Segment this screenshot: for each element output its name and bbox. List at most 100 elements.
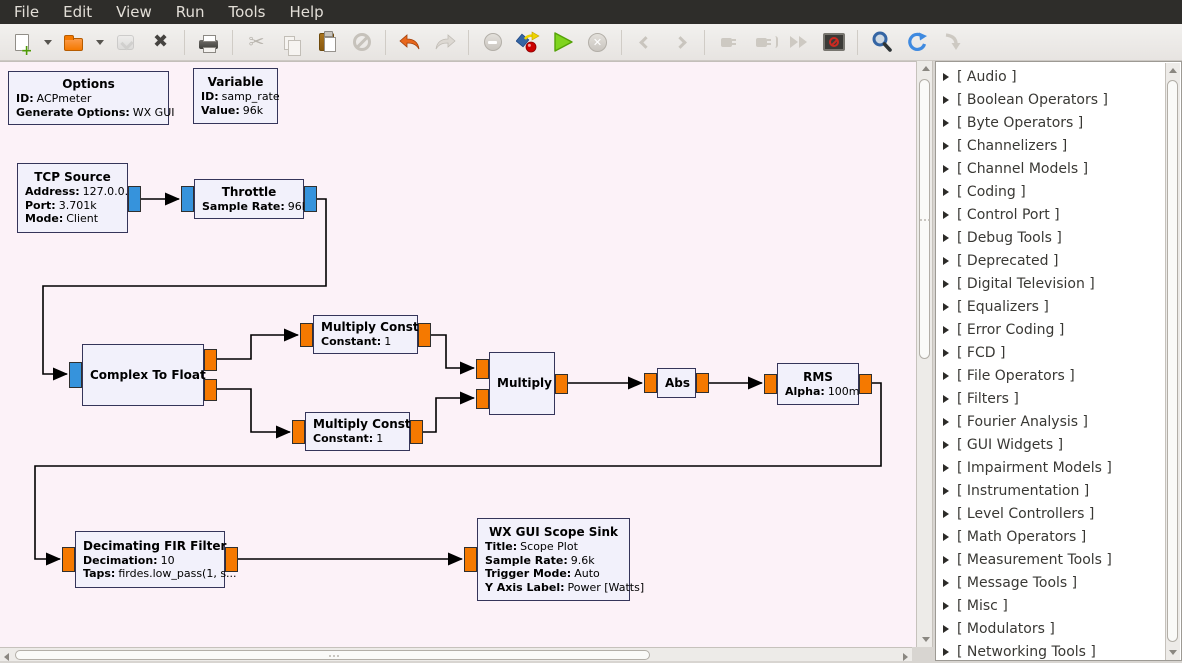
abs-output-port[interactable]	[696, 373, 709, 393]
sidebar-item-debug-tools[interactable]: [ Debug Tools ]	[936, 226, 1165, 249]
sidebar-scroll-thumb[interactable]	[1167, 80, 1178, 642]
expander-icon[interactable]	[943, 372, 949, 380]
down-arrow-button[interactable]	[934, 27, 969, 57]
open-recent-dropdown[interactable]	[91, 27, 108, 57]
expander-icon[interactable]	[943, 648, 949, 656]
errors-button[interactable]	[475, 27, 510, 57]
block-wx-gui-scope-sink[interactable]: WX GUI Scope Sink Title:Scope Plot Sampl…	[477, 518, 630, 601]
block-multiply[interactable]: Multiply	[489, 352, 555, 415]
scope-sink-input-port[interactable]	[464, 547, 477, 572]
multiply-input-port-0[interactable]	[476, 359, 489, 379]
sidebar-item-byte-operators[interactable]: [ Byte Operators ]	[936, 111, 1165, 134]
sidebar-item-modulators[interactable]: [ Modulators ]	[936, 617, 1165, 640]
sidebar-item-message-tools[interactable]: [ Message Tools ]	[936, 571, 1165, 594]
forward-button[interactable]	[663, 27, 698, 57]
abs-input-port[interactable]	[644, 373, 657, 393]
scroll-left-arrow-icon[interactable]	[4, 653, 9, 661]
expander-icon[interactable]	[943, 234, 949, 242]
sidebar-item-coding[interactable]: [ Coding ]	[936, 180, 1165, 203]
canvas-vscroll-thumb[interactable]	[919, 79, 930, 359]
fir-filter-output-port[interactable]	[225, 547, 238, 572]
bypass-blocks-button[interactable]	[781, 27, 816, 57]
complex-to-float-output-port-0[interactable]	[204, 349, 217, 371]
sidebar-scrollbar[interactable]	[1165, 63, 1180, 660]
open-flowgraph-button[interactable]	[56, 27, 91, 57]
sidebar-item-misc[interactable]: [ Misc ]	[936, 594, 1165, 617]
expander-icon[interactable]	[943, 602, 949, 610]
block-options[interactable]: Options ID:ACPmeter Generate Options:WX …	[8, 71, 169, 125]
scroll-down-arrow-icon[interactable]	[922, 637, 930, 642]
sidebar-item-impairment-models[interactable]: [ Impairment Models ]	[936, 456, 1165, 479]
sidebar-item-fourier-analysis[interactable]: [ Fourier Analysis ]	[936, 410, 1165, 433]
multiply-input-port-1[interactable]	[476, 389, 489, 409]
block-decimating-fir-filter[interactable]: Decimating FIR Filter Decimation:10 Taps…	[75, 531, 225, 588]
menu-help[interactable]: Help	[278, 1, 336, 23]
multiply-const-2-input-port[interactable]	[292, 420, 305, 444]
throttle-output-port[interactable]	[304, 186, 317, 212]
reload-blocks-button[interactable]	[899, 27, 934, 57]
multiply-output-port[interactable]	[555, 374, 568, 394]
fir-filter-input-port[interactable]	[62, 547, 75, 572]
sidebar-item-networking-tools[interactable]: [ Networking Tools ]	[936, 640, 1165, 663]
canvas-hscroll-thumb[interactable]	[15, 650, 650, 660]
flowgraph-canvas[interactable]: Options ID:ACPmeter Generate Options:WX …	[0, 61, 916, 647]
expander-icon[interactable]	[943, 165, 949, 173]
expander-icon[interactable]	[943, 96, 949, 104]
sidebar-item-channelizers[interactable]: [ Channelizers ]	[936, 134, 1165, 157]
new-flowgraph-button[interactable]: +	[4, 27, 39, 57]
multiply-const-2-output-port[interactable]	[410, 420, 423, 444]
sidebar-item-boolean-operators[interactable]: [ Boolean Operators ]	[936, 88, 1165, 111]
menu-tools[interactable]: Tools	[217, 1, 278, 23]
expander-icon[interactable]	[943, 441, 949, 449]
expander-icon[interactable]	[943, 349, 949, 357]
tcp-source-output-port[interactable]	[128, 186, 141, 212]
hide-disabled-button[interactable]	[816, 27, 851, 57]
expander-icon[interactable]	[943, 556, 949, 564]
expander-icon[interactable]	[943, 464, 949, 472]
sidebar-item-control-port[interactable]: [ Control Port ]	[936, 203, 1165, 226]
sidebar-item-audio[interactable]: [ Audio ]	[936, 65, 1165, 88]
sidebar-item-digital-television[interactable]: [ Digital Television ]	[936, 272, 1165, 295]
scroll-right-arrow-icon[interactable]	[903, 653, 908, 661]
menu-file[interactable]: File	[2, 1, 51, 23]
block-complex-to-float[interactable]: Complex To Float	[82, 344, 204, 406]
sidebar-item-gui-widgets[interactable]: [ GUI Widgets ]	[936, 433, 1165, 456]
close-button[interactable]: ✖	[143, 27, 178, 57]
block-tcp-source[interactable]: TCP Source Address:127.0.0.1 Port:3.701k…	[17, 163, 128, 233]
expander-icon[interactable]	[943, 487, 949, 495]
sidebar-item-filters[interactable]: [ Filters ]	[936, 387, 1165, 410]
sidebar-item-file-operators[interactable]: [ File Operators ]	[936, 364, 1165, 387]
scroll-up-arrow-icon[interactable]	[1169, 68, 1177, 73]
enable-blocks-button[interactable]	[746, 27, 781, 57]
expander-icon[interactable]	[943, 303, 949, 311]
expander-icon[interactable]	[943, 579, 949, 587]
paste-button[interactable]	[309, 27, 344, 57]
generate-button[interactable]	[510, 27, 545, 57]
sidebar-item-math-operators[interactable]: [ Math Operators ]	[936, 525, 1165, 548]
expander-icon[interactable]	[943, 142, 949, 150]
complex-to-float-output-port-1[interactable]	[204, 379, 217, 401]
sidebar-item-instrumentation[interactable]: [ Instrumentation ]	[936, 479, 1165, 502]
print-button[interactable]	[191, 27, 226, 57]
complex-to-float-input-port[interactable]	[69, 362, 82, 388]
expander-icon[interactable]	[943, 326, 949, 334]
sidebar-item-channel-models[interactable]: [ Channel Models ]	[936, 157, 1165, 180]
disable-blocks-button[interactable]	[711, 27, 746, 57]
sidebar-item-fcd[interactable]: [ FCD ]	[936, 341, 1165, 364]
expander-icon[interactable]	[943, 418, 949, 426]
execute-button[interactable]	[545, 27, 580, 57]
block-multiply-const-1[interactable]: Multiply Const Constant:1	[313, 315, 418, 354]
canvas-vertical-scrollbar[interactable]	[916, 61, 933, 647]
sidebar-item-deprecated[interactable]: [ Deprecated ]	[936, 249, 1165, 272]
scroll-down-arrow-icon[interactable]	[1169, 650, 1177, 655]
expander-icon[interactable]	[943, 395, 949, 403]
expander-icon[interactable]	[943, 625, 949, 633]
find-block-button[interactable]	[864, 27, 899, 57]
rms-output-port[interactable]	[859, 374, 872, 394]
kill-button[interactable]: ✕	[580, 27, 615, 57]
expander-icon[interactable]	[943, 280, 949, 288]
copy-button[interactable]	[274, 27, 309, 57]
save-button[interactable]	[108, 27, 143, 57]
menu-view[interactable]: View	[104, 1, 164, 23]
menu-run[interactable]: Run	[164, 1, 217, 23]
